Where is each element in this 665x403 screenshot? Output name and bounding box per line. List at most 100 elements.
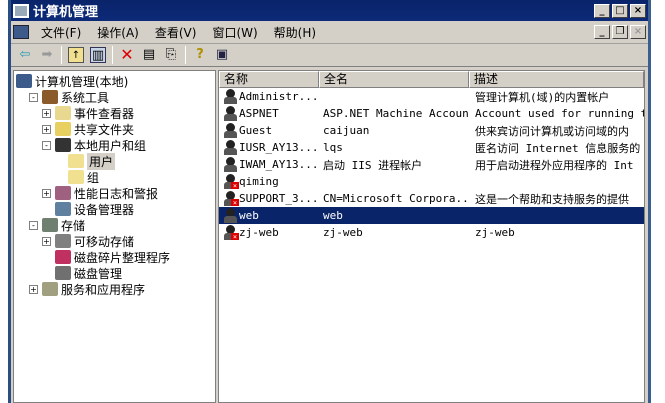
action-pane-icon[interactable]: ▣ [214, 47, 230, 63]
tree-node[interactable]: 计算机管理(本地) [16, 73, 128, 89]
tree-node[interactable]: 设备管理器 [55, 201, 134, 217]
user-icon [223, 140, 238, 155]
menu-bar: 文件(F) 操作(A) 查看(V) 窗口(W) 帮助(H) _ ❐ × [11, 21, 648, 44]
menu-view[interactable]: 查看(V) [155, 24, 197, 41]
user-name: qiming [239, 175, 279, 188]
user-name: SUPPORT_3... [239, 192, 319, 205]
expand-icon[interactable]: + [42, 188, 51, 198]
user-name: Administr... [239, 90, 319, 103]
menu-help[interactable]: 帮助(H) [274, 24, 316, 41]
node-icon [42, 90, 58, 104]
tree-node[interactable]: - 系统工具 [29, 89, 109, 105]
user-icon [223, 123, 238, 138]
table-row[interactable]: web web [219, 207, 644, 224]
table-row[interactable]: IUSR_AY13... lqs 匿名访问 Internet 信息服务的 [219, 139, 644, 156]
user-fullname: CN=Microsoft Corpora... [323, 192, 469, 205]
user-icon [223, 89, 238, 104]
child-close-button[interactable]: × [630, 25, 646, 39]
tree-node[interactable]: + 事件查看器 [42, 105, 134, 121]
collapse-icon[interactable]: - [42, 140, 51, 150]
back-icon[interactable]: ⇦ [17, 47, 33, 63]
menu-file[interactable]: 文件(F) [41, 24, 81, 41]
user-fullname: zj-web [323, 226, 363, 239]
maximize-button[interactable]: □ [612, 3, 628, 18]
tree-node-label: 计算机管理(本地) [35, 74, 129, 89]
tree-node-label: 性能日志和警报 [74, 186, 159, 201]
user-name: ASPNET [239, 107, 279, 120]
node-icon [55, 266, 71, 280]
computer-icon [13, 3, 29, 18]
child-minimize-button[interactable]: _ [594, 25, 610, 39]
column-header-description[interactable]: 描述 [469, 71, 644, 88]
table-row[interactable]: IWAM_AY13... 启动 IIS 进程帐户 用于启动进程外应用程序的 Int [219, 156, 644, 173]
tree-node[interactable]: - 存储 [29, 217, 85, 233]
up-folder-icon[interactable]: ↑ [68, 47, 84, 63]
table-row[interactable]: × qiming [219, 173, 644, 190]
minimize-button[interactable]: _ [594, 3, 610, 18]
tree-node-label: 磁盘管理 [74, 266, 123, 281]
menu-window[interactable]: 窗口(W) [212, 24, 257, 41]
node-icon [55, 186, 71, 200]
tree-node-label: 系统工具 [61, 90, 110, 105]
child-restore-button[interactable]: ❐ [612, 25, 628, 39]
delete-icon[interactable]: ✕ [119, 47, 135, 63]
tree-node[interactable]: - 本地用户和组 [42, 137, 146, 153]
tree-node[interactable]: 用户 [68, 152, 116, 170]
close-button[interactable]: × [630, 3, 646, 18]
node-icon [68, 170, 84, 184]
forward-icon[interactable]: ➡ [39, 47, 55, 63]
console-tree: 计算机管理(本地) - 系统工具 + 事件查看器 + 共享文件夹 - 本地用户和组 用户组 + 性能日… [13, 70, 216, 403]
user-fullname: ASP.NET Machine Account [323, 107, 469, 120]
collapse-icon[interactable]: - [29, 92, 38, 102]
expand-icon[interactable]: + [42, 124, 51, 134]
table-row[interactable]: Guest caijuan 供来宾访问计算机或访问域的内 [219, 122, 644, 139]
expand-icon[interactable]: + [29, 284, 38, 294]
table-row[interactable]: ASPNET ASP.NET Machine Account Account use… [219, 105, 644, 122]
user-name: web [239, 209, 259, 222]
user-name: Guest [239, 124, 273, 137]
tree-node[interactable]: + 可移动存储 [42, 233, 134, 249]
node-icon [55, 122, 71, 136]
user-icon [223, 208, 238, 223]
tree-node-label: 用户 [87, 152, 116, 170]
tree-node-label: 组 [87, 170, 100, 185]
node-icon [55, 106, 71, 120]
tree-node[interactable]: + 服务和应用程序 [29, 281, 145, 297]
user-description: Account used for running the [475, 107, 644, 120]
computer-icon [13, 25, 29, 39]
tree-node-label: 本地用户和组 [74, 138, 147, 153]
list-header: 名称 全名 描述 [219, 71, 644, 88]
table-row[interactable]: Administr... 管理计算机(域)的内置帐户 [219, 88, 644, 105]
tree-node-label: 事件查看器 [74, 106, 135, 121]
tree-node-label: 存储 [61, 218, 86, 233]
user-description: zj-web [475, 226, 515, 239]
export-list-icon[interactable]: ⎘ [163, 47, 179, 63]
menu-action[interactable]: 操作(A) [97, 24, 139, 41]
computer-management-window: 计算机管理 _ □ × 文件(F) 操作(A) 查看(V) 窗口(W) 帮助(H… [8, 0, 651, 403]
disabled-user-icon: × [223, 174, 239, 189]
toolbar: ⇦ ➡ ↑ ▥ ✕ ▤ ⎘ ? ▣ [11, 44, 648, 67]
user-description: 管理计算机(域)的内置帐户 [475, 90, 610, 104]
table-row[interactable]: × zj-web zj-web zj-web [219, 224, 644, 241]
node-icon [16, 74, 32, 88]
expand-icon[interactable]: + [42, 108, 51, 118]
properties-icon[interactable]: ▤ [141, 47, 157, 63]
node-icon [55, 250, 71, 264]
user-fullname: web [323, 209, 343, 222]
tree-node[interactable]: 磁盘管理 [55, 265, 122, 281]
expand-icon[interactable]: + [42, 236, 51, 246]
collapse-icon[interactable]: - [29, 220, 38, 230]
user-icon [223, 157, 238, 172]
tree-node[interactable]: + 性能日志和警报 [42, 185, 158, 201]
tree-node-label: 可移动存储 [74, 234, 135, 249]
tree-node[interactable]: 磁盘碎片整理程序 [55, 249, 170, 265]
tree-node[interactable]: + 共享文件夹 [42, 121, 134, 137]
table-row[interactable]: × SUPPORT_3... CN=Microsoft Corpora... 这是一个… [219, 190, 644, 207]
column-header-name[interactable]: 名称 [219, 71, 319, 88]
show-hide-tree-icon[interactable]: ▥ [90, 47, 106, 63]
node-icon [42, 282, 58, 296]
column-header-fullname[interactable]: 全名 [319, 71, 469, 88]
node-icon [42, 218, 58, 232]
tree-node[interactable]: 组 [68, 169, 99, 185]
help-icon[interactable]: ? [192, 47, 208, 63]
